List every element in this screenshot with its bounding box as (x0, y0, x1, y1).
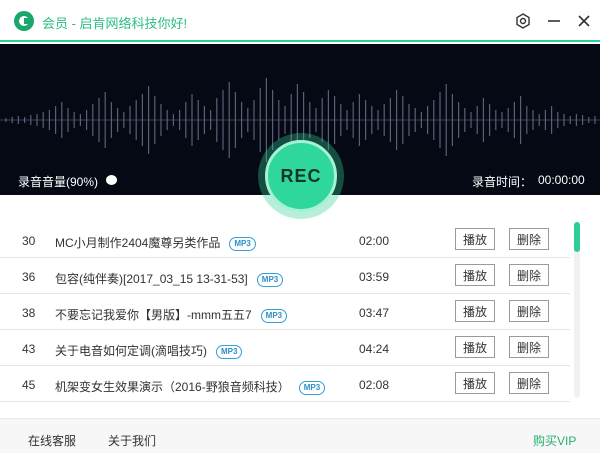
play-button[interactable]: 播放 (455, 228, 495, 250)
item-number: 36 (22, 270, 36, 284)
item-name-cell: 机架变女生效果演示（2016-野狼音频科技） MP3 (55, 378, 326, 395)
list-item: 43 关于电音如何定调(滴唱技巧) MP3 04:24 播放 删除 (0, 330, 570, 366)
item-duration: 02:00 (359, 234, 390, 248)
close-icon[interactable] (573, 10, 595, 32)
item-name-cell: MC小月制作2404魔尊另类作品 MP3 (55, 234, 256, 251)
item-duration: 02:08 (359, 378, 390, 392)
app-logo-icon (14, 11, 34, 31)
item-name: 不要忘记我爱你【男版】-mmm五五7 (55, 308, 252, 322)
record-button[interactable]: REC (265, 140, 337, 212)
record-button-label: REC (280, 165, 322, 186)
play-button[interactable]: 播放 (455, 300, 495, 322)
footer-bar: 在线客服 关于我们 购买VIP (0, 418, 600, 453)
format-badge: MP3 (260, 309, 288, 323)
title-bar: 会员 - 启肯网络科技你好! (0, 0, 600, 42)
volume-slider-handle[interactable] (106, 175, 117, 185)
play-button[interactable]: 播放 (455, 372, 495, 394)
play-button[interactable]: 播放 (455, 336, 495, 358)
item-name: 关于电音如何定调(滴唱技巧) (55, 344, 207, 358)
item-name-cell: 包容(纯伴奏)[2017_03_15 13-31-53] MP3 (55, 270, 284, 287)
buy-vip-link[interactable]: 购买VIP (533, 432, 576, 449)
format-badge: MP3 (229, 237, 256, 251)
item-duration: 03:47 (359, 306, 390, 320)
item-name-cell: 不要忘记我爱你【男版】-mmm五五7 MP3 (55, 306, 288, 323)
delete-button[interactable]: 删除 (509, 336, 549, 358)
scrollbar-thumb[interactable] (574, 222, 580, 252)
list-item: 30 MC小月制作2404魔尊另类作品 MP3 02:00 播放 删除 (0, 222, 570, 258)
item-duration: 04:24 (359, 342, 390, 356)
format-badge: MP3 (256, 273, 284, 287)
item-number: 43 (22, 342, 36, 356)
item-name: 机架变女生效果演示（2016-野狼音频科技） (55, 380, 290, 394)
item-number: 45 (22, 378, 36, 392)
item-duration: 03:59 (359, 270, 390, 284)
format-badge: MP3 (298, 381, 326, 395)
list-item: 36 包容(纯伴奏)[2017_03_15 13-31-53] MP3 03:59 播放… (0, 258, 570, 294)
record-time-value: 00:00:00 (538, 173, 585, 187)
delete-button[interactable]: 删除 (509, 228, 549, 250)
item-name: 包容(纯伴奏)[2017_03_15 13-31-53] (55, 272, 248, 286)
delete-button[interactable]: 删除 (509, 300, 549, 322)
item-number: 30 (22, 234, 36, 248)
list-item: 38 不要忘记我爱你【男版】-mmm五五7 MP3 03:47 播放 删除 (0, 294, 570, 330)
recording-list: 30 MC小月制作2404魔尊另类作品 MP3 02:00 播放 删除 36 包容(纯伴奏)[… (0, 222, 570, 404)
format-badge: MP3 (216, 345, 243, 359)
volume-label: 录音音量(90%) (18, 175, 99, 189)
delete-button[interactable]: 删除 (509, 264, 549, 286)
item-number: 38 (22, 306, 36, 320)
delete-button[interactable]: 删除 (509, 372, 549, 394)
online-service-link[interactable]: 在线客服 (28, 432, 76, 449)
item-name-cell: 关于电音如何定调(滴唱技巧) MP3 (55, 342, 243, 359)
list-item: 45 机架变女生效果演示（2016-野狼音频科技） MP3 02:08 播放 删除 (0, 366, 570, 402)
record-time-label: 录音时间： (472, 175, 533, 189)
window-title: 会员 - 启肯网络科技你好! (42, 16, 188, 31)
settings-gear-icon[interactable] (512, 10, 534, 32)
minimize-icon[interactable] (543, 10, 565, 32)
about-us-link[interactable]: 关于我们 (108, 432, 156, 449)
item-name: MC小月制作2404魔尊另类作品 (55, 236, 221, 250)
play-button[interactable]: 播放 (455, 264, 495, 286)
